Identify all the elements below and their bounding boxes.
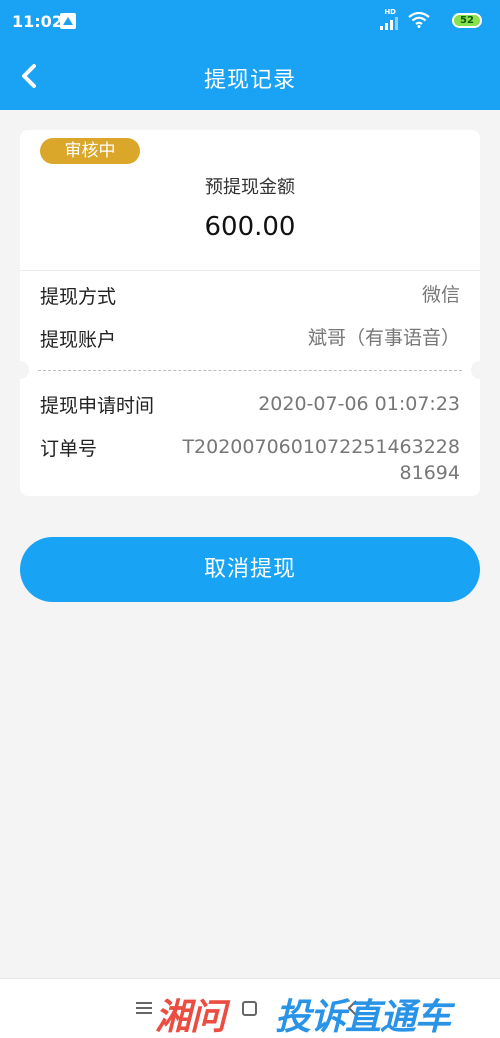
method-value: 微信	[421, 284, 460, 306]
apply-time-label: 提现申请时间	[40, 395, 155, 417]
account-value: 斌哥（有事语音）	[307, 327, 460, 349]
page-title: 提现记录	[203, 68, 296, 93]
wifi-icon	[408, 11, 430, 28]
ticket-notch-left	[11, 361, 29, 379]
home-square-icon[interactable]	[242, 1001, 257, 1016]
order-value-line2: 81694	[399, 462, 460, 484]
apply-time-value: 2020-07-06 01:07:23	[258, 393, 460, 415]
app-notification-icon	[60, 13, 76, 29]
divider	[20, 270, 480, 271]
hd-badge: HD	[384, 8, 396, 16]
back-triangle-icon[interactable]	[344, 997, 362, 1019]
method-label: 提现方式	[40, 286, 117, 308]
amount-value: 600.00	[204, 212, 296, 242]
status-bar: 11:02 HD 52	[0, 0, 500, 42]
account-row: 提现账户 斌哥（有事语音）	[40, 325, 460, 359]
menu-icon[interactable]	[136, 997, 154, 1019]
title-bar: 提现记录	[0, 48, 500, 104]
status-indicators: HD 52	[372, 8, 482, 30]
signal-icon	[380, 16, 398, 30]
amount-label: 预提现金额	[205, 177, 295, 198]
system-nav-bar	[0, 978, 500, 1038]
account-label: 提现账户	[40, 329, 117, 351]
status-time: 11:02	[12, 12, 63, 31]
ticket-notch-right	[471, 361, 489, 379]
order-value: T202007060107225146322­8 81694	[182, 434, 460, 486]
header: 11:02 HD 52 提现记录	[0, 0, 500, 110]
withdrawal-record-card: 审核中 预提现金额 600.00 提现方式 微信 提现账户 斌哥（有事语音） 提…	[11, 130, 489, 496]
order-label: 订单号	[40, 438, 98, 460]
dashed-divider	[38, 370, 462, 371]
status-badge: 审核中	[40, 138, 140, 164]
battery-icon: 52	[452, 13, 482, 28]
cancel-withdrawal-button[interactable]: 取消提现	[20, 537, 480, 602]
apply-time-row: 提现申请时间 2020-07-06 01:07:23	[40, 391, 460, 425]
order-row: 订单号 T202007060107225146322­8 81694	[40, 434, 460, 494]
method-row: 提现方式 微信	[40, 282, 460, 316]
order-value-line1: T202007060107225146322­8	[182, 436, 460, 458]
